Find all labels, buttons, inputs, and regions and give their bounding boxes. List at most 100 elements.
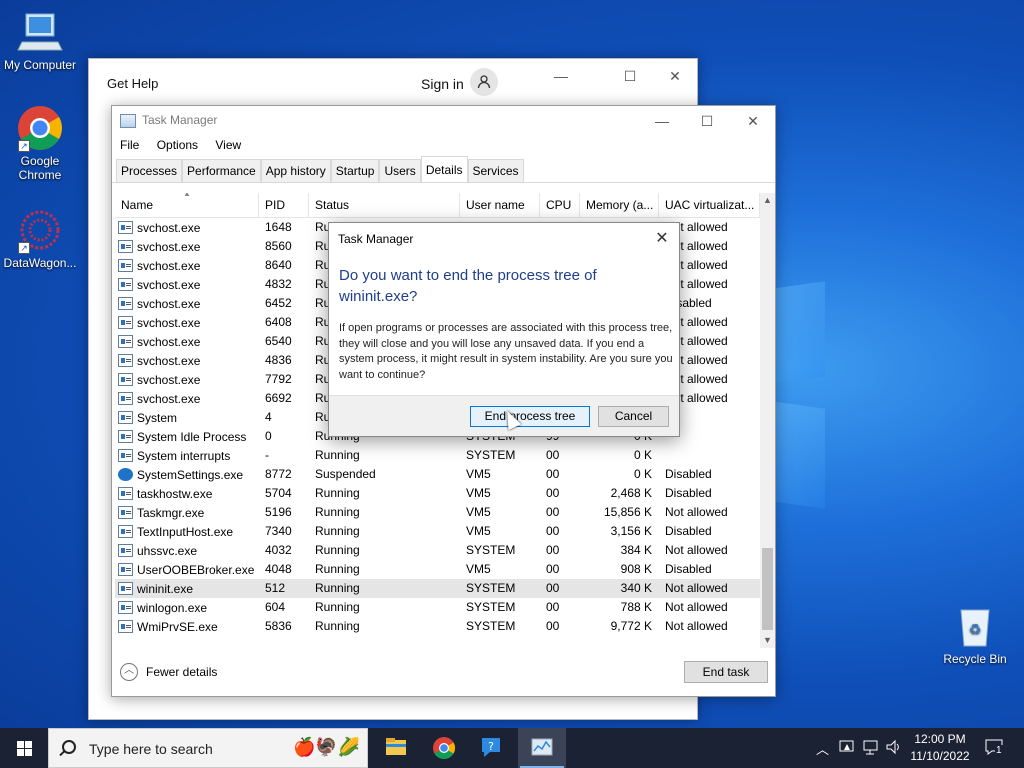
cell-mem: 2,468 K <box>610 486 652 500</box>
column-header-status[interactable]: Status <box>309 193 460 217</box>
column-header-uac[interactable]: UAC virtualizat... <box>659 193 760 217</box>
tab-app-history[interactable]: App history <box>260 159 331 182</box>
cancel-button[interactable]: Cancel <box>598 406 669 427</box>
taskbar-get-help[interactable]: ? <box>468 728 516 768</box>
taskbar-task-manager[interactable] <box>518 728 566 768</box>
menu-options[interactable]: Options <box>157 138 198 152</box>
cell-mem: 340 K <box>620 581 652 595</box>
column-header-name[interactable]: ▲ Name <box>115 193 259 217</box>
end-task-button[interactable]: End task <box>684 661 768 683</box>
process-icon <box>118 373 133 386</box>
column-header-user-name[interactable]: User name <box>460 193 540 217</box>
column-header-pid[interactable]: PID <box>259 193 309 217</box>
cell-name: SystemSettings.exe <box>115 465 259 484</box>
tab-users[interactable]: Users <box>379 159 421 182</box>
tray-network-icon[interactable] <box>862 738 880 759</box>
tray-network-warning-icon[interactable] <box>838 738 856 759</box>
cell-cpu: 00 <box>546 543 560 557</box>
tab-divider <box>112 182 775 183</box>
tray-chevron-up-icon[interactable]: ︿ <box>816 739 829 758</box>
vertical-scrollbar[interactable]: ▲ ▼ <box>760 193 775 648</box>
cell-mem: 9,772 K <box>610 619 652 633</box>
table-row[interactable]: Taskmgr.exe 5196 Running VM5 00 15,856 K Not a… <box>115 503 760 522</box>
desktop-icon-google-chrome[interactable]: ↗ Google Chrome <box>0 104 80 182</box>
table-row[interactable]: WmiPrvSE.exe 5836 Running SYSTEM 00 9,772 K No… <box>115 617 760 636</box>
tab-processes[interactable]: Processes <box>116 159 183 182</box>
desktop-icon-label: My Computer <box>3 58 77 72</box>
cell-uac: Not allowed <box>665 600 728 614</box>
scroll-up-icon[interactable]: ▲ <box>760 193 775 208</box>
cell-uac: Not allowed <box>665 505 728 519</box>
cell-uac: Not allowed <box>665 543 728 557</box>
scroll-down-icon[interactable]: ▼ <box>760 633 775 648</box>
tab-details[interactable]: Details <box>420 156 468 182</box>
get-help-maximize-button[interactable]: ☐ <box>607 61 653 91</box>
chevron-up-icon: ︿ <box>120 663 138 681</box>
cell-pid: 6408 <box>265 315 292 329</box>
cell-pid: 6692 <box>265 391 292 405</box>
table-row[interactable]: taskhostw.exe 5704 Running VM5 00 2,468 K Disa… <box>115 484 760 503</box>
desktop-icon-datawagon[interactable]: ↗ DataWagon... <box>0 206 80 270</box>
process-icon <box>118 354 133 367</box>
cell-pid: - <box>265 448 269 462</box>
taskbar-file-explorer[interactable] <box>372 728 420 768</box>
cell-uac: Not allowed <box>665 619 728 633</box>
process-icon <box>118 525 133 538</box>
tab-services[interactable]: Services <box>467 159 524 182</box>
cell-uac: Disabled <box>665 467 712 481</box>
task-manager-close-button[interactable]: ✕ <box>730 106 776 136</box>
table-row[interactable]: TextInputHost.exe 7340 Running VM5 00 3,156 K… <box>115 522 760 541</box>
scrollbar-thumb[interactable] <box>762 548 773 630</box>
fewer-details-toggle[interactable]: ︿ Fewer details <box>120 663 217 681</box>
process-icon <box>118 240 133 253</box>
clock-time: 12:00 PM <box>914 732 966 746</box>
taskbar-clock[interactable]: 12:00 PM 11/10/2022 <box>900 731 980 765</box>
process-icon <box>118 316 133 329</box>
cell-pid: 4032 <box>265 543 292 557</box>
avatar-icon[interactable] <box>470 68 498 96</box>
cell-pid: 5704 <box>265 486 292 500</box>
cell-mem: 788 K <box>620 600 652 614</box>
cell-cpu: 00 <box>546 524 560 538</box>
tab-startup[interactable]: Startup <box>330 159 380 182</box>
table-row[interactable]: winlogon.exe 604 Running SYSTEM 00 788 K Not a… <box>115 598 760 617</box>
taskbar-search-box[interactable]: Type here to search 🍎🦃🌽 <box>48 728 368 768</box>
cell-pid: 6540 <box>265 334 292 348</box>
sign-in-link[interactable]: Sign in <box>421 76 464 92</box>
taskbar-chrome[interactable] <box>420 728 468 768</box>
dialog-close-button[interactable]: ✕ <box>649 227 675 251</box>
table-row[interactable]: UserOOBEBroker.exe 4048 Running VM5 00 908 K D… <box>115 560 760 579</box>
table-row[interactable]: uhssvc.exe 4032 Running SYSTEM 00 384 K Not al… <box>115 541 760 560</box>
cell-name: svchost.exe <box>115 294 259 313</box>
svg-text:♻: ♻ <box>969 621 982 637</box>
table-row[interactable]: wininit.exe 512 Running SYSTEM 00 340 K Not al… <box>115 579 760 598</box>
cell-mem: 384 K <box>620 543 652 557</box>
cell-status: Suspended <box>315 467 376 481</box>
table-row[interactable]: System interrupts - Running SYSTEM 00 0 K <box>115 446 760 465</box>
tab-performance[interactable]: Performance <box>182 159 261 182</box>
svg-text:?: ? <box>488 740 494 753</box>
end-process-tree-button[interactable]: End process tree <box>470 406 590 427</box>
desktop-icon-recycle-bin[interactable]: ♻ Recycle Bin <box>935 602 1015 666</box>
task-manager-minimize-button[interactable]: — <box>639 106 685 136</box>
cell-name: taskhostw.exe <box>115 484 259 503</box>
folder-icon <box>386 738 406 755</box>
cell-status: Running <box>315 581 360 595</box>
process-icon <box>118 259 133 272</box>
menu-view[interactable]: View <box>215 138 241 152</box>
menu-file[interactable]: File <box>120 138 139 152</box>
get-help-minimize-button[interactable]: — <box>538 61 584 91</box>
task-manager-maximize-button[interactable]: ☐ <box>684 106 730 136</box>
computer-icon <box>16 8 64 56</box>
shortcut-arrow-icon: ↗ <box>18 242 30 254</box>
table-row[interactable]: SystemSettings.exe 8772 Suspended VM5 00 0 K D… <box>115 465 760 484</box>
column-header-memory[interactable]: Memory (a... <box>580 193 659 217</box>
get-help-close-button[interactable]: ✕ <box>652 61 698 91</box>
cell-status: Running <box>315 505 360 519</box>
column-header-cpu[interactable]: CPU <box>540 193 580 217</box>
cell-name: svchost.exe <box>115 332 259 351</box>
start-button[interactable] <box>0 728 48 768</box>
cell-mem: 0 K <box>633 448 652 462</box>
desktop-icon-my-computer[interactable]: My Computer <box>0 8 80 72</box>
notification-center-icon[interactable]: 1 <box>984 737 1004 760</box>
